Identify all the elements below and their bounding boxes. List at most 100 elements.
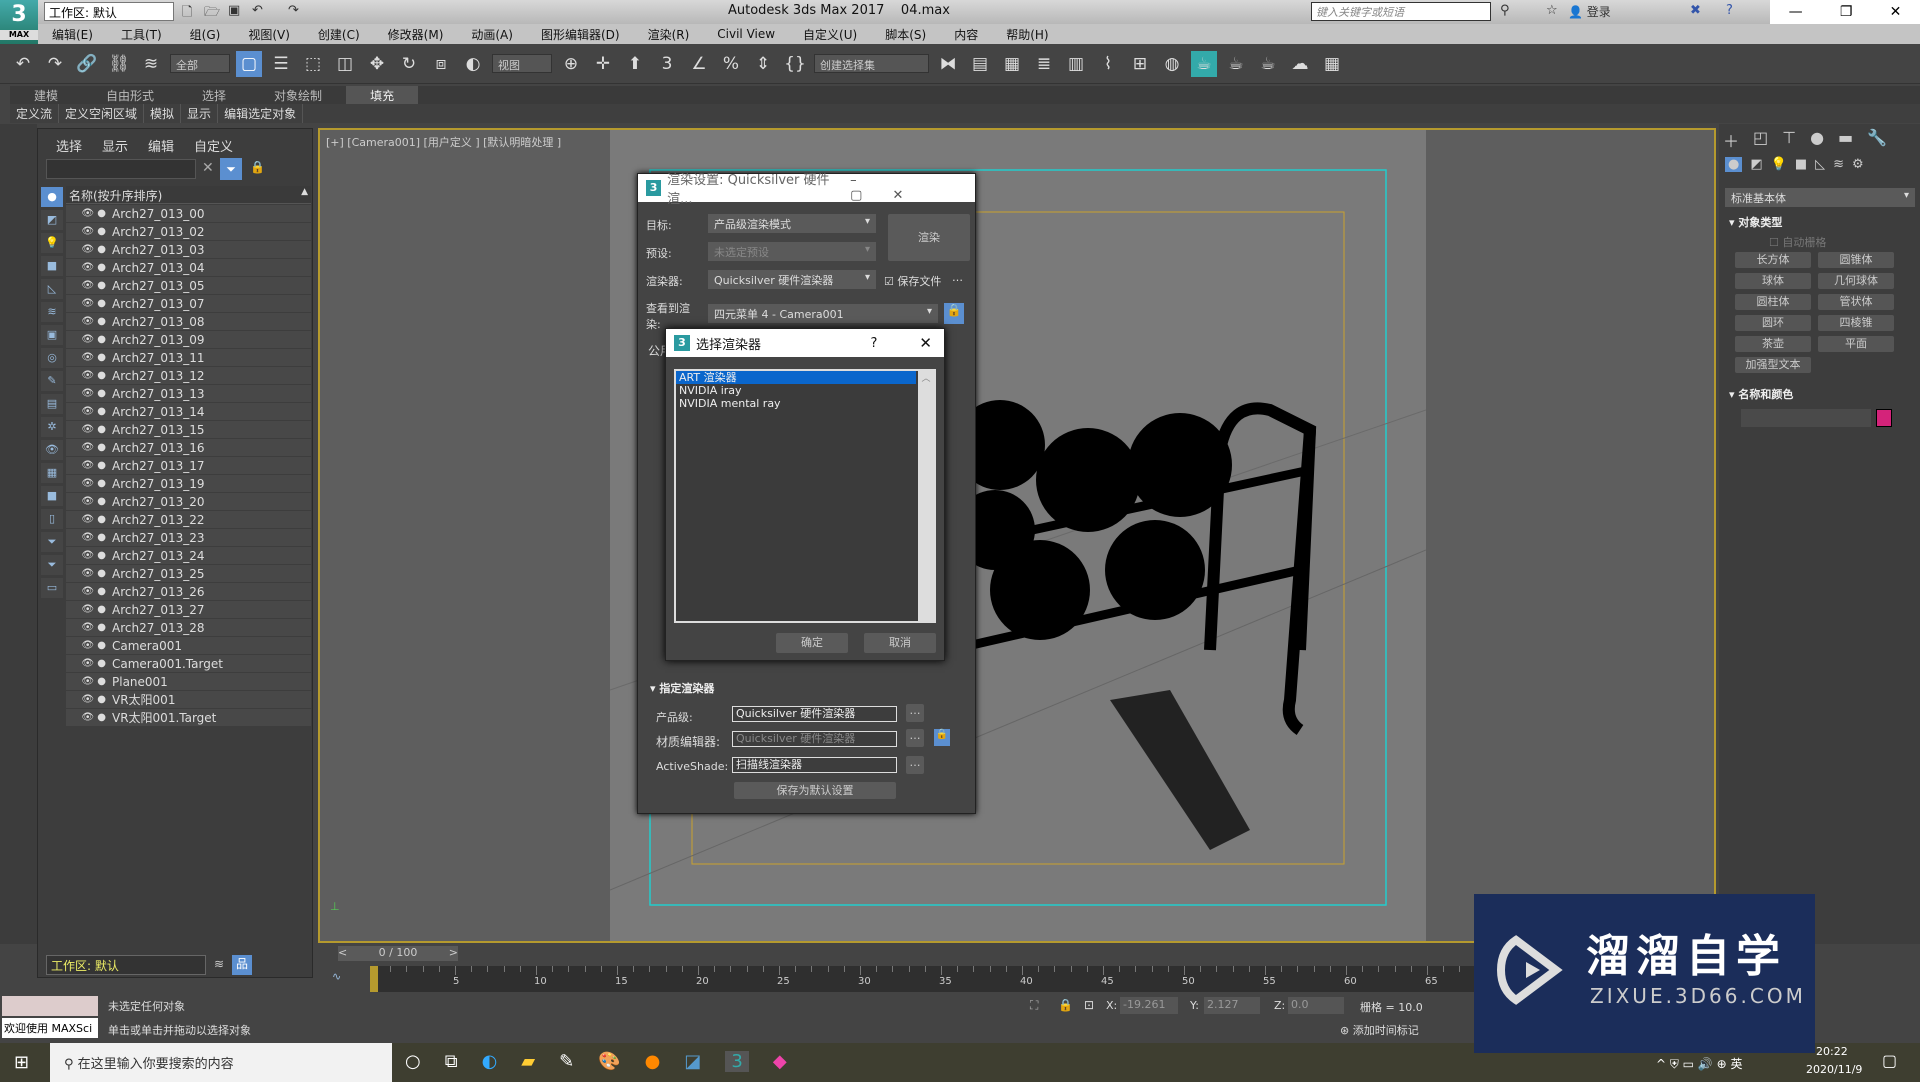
tube-button[interactable]: 管状体 — [1818, 294, 1894, 310]
explorer-search-input[interactable] — [46, 159, 196, 179]
app-icon-1[interactable]: ✎ — [559, 1051, 574, 1072]
list-item[interactable]: 👁 ● Arch27_013_28 — [66, 619, 311, 637]
menu-tools[interactable]: 工具(T) — [107, 26, 176, 43]
save-icon[interactable]: ▣ — [228, 3, 240, 18]
display-tab-icon[interactable]: ▬ — [1838, 128, 1853, 152]
list-item[interactable]: 👁 ● Arch27_013_08 — [66, 313, 311, 331]
frozen-filter-icon[interactable]: ▦ — [41, 463, 63, 483]
list-item[interactable]: 👁 ● Arch27_013_23 — [66, 529, 311, 547]
menu-customize[interactable]: 自定义(U) — [789, 26, 871, 43]
menu-modifiers[interactable]: 修改器(M) — [374, 26, 458, 43]
task-view-icon[interactable]: ⧉ — [445, 1051, 458, 1072]
render-setup-icon[interactable]: ☕ — [1191, 50, 1217, 77]
app-icon-2[interactable]: ◪ — [684, 1051, 701, 1072]
ribbon-simulate[interactable]: 模拟 — [144, 104, 182, 123]
material-editor-browse-button[interactable]: … — [906, 729, 924, 747]
primitive-category-dropdown[interactable]: 标准基本体 — [1725, 188, 1915, 207]
tab-freeform[interactable]: 自由形式 — [82, 86, 178, 104]
layers-icon[interactable]: ≋ — [214, 957, 224, 971]
assign-renderer-rollout[interactable]: ▾ 指定渲染器 — [650, 680, 714, 696]
cameras-icon[interactable]: ■ — [1795, 157, 1807, 172]
clear-icon[interactable]: ✕ — [202, 160, 214, 176]
rotate-icon[interactable]: ↻ — [396, 51, 422, 77]
list-item[interactable]: 👁 ● Arch27_013_02 — [66, 223, 311, 241]
menu-views[interactable]: 视图(V) — [234, 26, 304, 43]
next-frame-icon[interactable]: > — [449, 946, 458, 959]
list-item[interactable]: 👁 ● Arch27_013_24 — [66, 547, 311, 565]
list-item[interactable]: 👁 ● Arch27_013_15 — [66, 421, 311, 439]
production-browse-button[interactable]: … — [906, 704, 924, 722]
selection-lock-icon[interactable]: 🔒 — [1058, 998, 1073, 1012]
list-item[interactable]: 👁 ● Arch27_013_07 — [66, 295, 311, 313]
render-cloud-icon[interactable]: ☁ — [1287, 51, 1313, 77]
ribbon-display[interactable]: 显示 — [181, 104, 219, 123]
shapes-icon[interactable]: ◩ — [1750, 157, 1762, 172]
column-header-name[interactable]: 名称(按升序排序) ▲ — [66, 186, 311, 204]
lights-icon[interactable]: 💡 — [1771, 157, 1787, 172]
visibility-icon[interactable]: 👁 ● — [66, 208, 112, 219]
menu-group[interactable]: 组(G) — [176, 26, 235, 43]
preset-dropdown[interactable]: 未选定预设 — [708, 242, 876, 261]
menu-help[interactable]: 帮助(H) — [992, 26, 1062, 43]
hidden-filter-icon[interactable]: 👁 — [41, 440, 63, 460]
renderer-dropdown[interactable]: Quicksilver 硬件渲染器 — [708, 270, 876, 289]
ribbon-toggle-icon[interactable]: ≣ — [1031, 51, 1057, 77]
helpers-icon[interactable]: ◺ — [1815, 157, 1825, 172]
name-color-rollout[interactable]: ▾ 名称和颜色 — [1729, 386, 1793, 402]
visibility-icon[interactable]: 👁 ● — [66, 586, 112, 597]
schematic-view-icon[interactable]: ⊞ — [1127, 51, 1153, 77]
star-icon[interactable]: ☆ — [1546, 3, 1558, 18]
light-filter-icon[interactable]: 💡 — [41, 233, 63, 253]
cancel-button[interactable]: 取消 — [864, 633, 936, 653]
list-item[interactable]: 👁 ● Arch27_013_22 — [66, 511, 311, 529]
geometry-filter-icon[interactable]: ● — [41, 187, 63, 207]
list-item[interactable]: 👁 ● Arch27_013_26 — [66, 583, 311, 601]
lock-icon[interactable]: 🔒 — [250, 160, 265, 174]
clock-date[interactable]: 2020/11/9 — [1806, 1063, 1862, 1076]
visibility-icon[interactable]: 👁 ● — [66, 352, 112, 363]
list-item[interactable]: 👁 ● Arch27_013_09 — [66, 331, 311, 349]
visibility-icon[interactable]: 👁 ● — [66, 640, 112, 651]
visibility-icon[interactable]: 👁 ● — [66, 424, 112, 435]
manipulate-icon[interactable]: ✛ — [590, 51, 616, 77]
tab-populate[interactable]: 填充 — [346, 86, 419, 104]
restore-button[interactable]: ❐ — [1840, 4, 1853, 20]
target-dropdown[interactable]: 产品级渲染模式 — [708, 214, 876, 233]
visibility-icon[interactable]: 👁 ● — [66, 388, 112, 399]
menu-scripting[interactable]: 脚本(S) — [871, 26, 940, 43]
prev-frame-icon[interactable]: < — [338, 946, 347, 959]
isolate-icon[interactable]: ⛶ — [1030, 998, 1038, 1013]
list-item[interactable]: 👁 ● Arch27_013_16 — [66, 439, 311, 457]
material-editor-renderer-field[interactable]: Quicksilver 硬件渲染器 — [732, 731, 897, 747]
visibility-icon[interactable]: 👁 ● — [66, 442, 112, 453]
activeshade-browse-button[interactable]: … — [906, 756, 924, 774]
geometry-icon[interactable]: ● — [1725, 157, 1743, 172]
visibility-icon[interactable]: 👁 ● — [66, 406, 112, 417]
spacewarps-icon[interactable]: ≋ — [1833, 157, 1844, 172]
renderer-option-mental-ray[interactable]: NVIDIA mental ray — [676, 397, 934, 410]
container-filter-icon[interactable]: ▤ — [41, 394, 63, 414]
ribbon-edit-selected[interactable]: 编辑选定对象 — [218, 104, 304, 123]
all-filter-icon[interactable]: ■ — [41, 486, 63, 506]
visibility-icon[interactable]: 👁 ● — [66, 694, 112, 705]
torus-button[interactable]: 圆环 — [1735, 315, 1811, 331]
object-color-swatch[interactable] — [1876, 409, 1892, 427]
list-item[interactable]: 👁 ● Arch27_013_13 — [66, 385, 311, 403]
edit-named-sets-icon[interactable]: {} — [782, 51, 808, 77]
scale-icon[interactable]: ⧈ — [428, 51, 454, 77]
ime-indicator[interactable]: 英 — [1730, 1057, 1742, 1071]
list-item[interactable]: 👁 ● Arch27_013_11 — [66, 349, 311, 367]
list-item[interactable]: 👁 ● Arch27_013_04 — [66, 259, 311, 277]
keyboard-shortcut-icon[interactable]: ⬆ — [622, 51, 648, 77]
workspace-dropdown[interactable]: 工作区: 默认 — [44, 2, 174, 21]
gallery-icon[interactable]: ▦ — [1319, 51, 1345, 77]
dialog-window-controls[interactable]: –▢✕ — [850, 173, 963, 203]
app-icon-3[interactable]: ◆ — [773, 1051, 787, 1072]
visibility-icon[interactable]: 👁 ● — [66, 316, 112, 327]
visibility-icon[interactable]: 👁 ● — [66, 658, 112, 669]
y-coordinate-field[interactable]: 2.127 — [1204, 997, 1260, 1014]
maxscript-listener[interactable]: 欢迎使用 MAXSci — [2, 1018, 98, 1038]
menu-create[interactable]: 创建(C) — [304, 26, 374, 43]
maxscript-listener-top[interactable] — [2, 996, 98, 1016]
curve-editor-mini-icon[interactable]: ∿ — [332, 970, 341, 983]
